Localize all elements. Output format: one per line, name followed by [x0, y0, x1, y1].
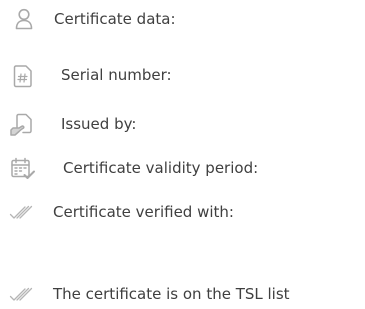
serial-number-label: Serial number: [61, 66, 172, 84]
double-check-icon [9, 285, 35, 305]
validity-period-row: Certificate validity period: [0, 157, 365, 181]
tsl-status-row: The certificate is on the TSL list [0, 283, 365, 307]
user-icon [14, 8, 34, 30]
issued-by-row: Issued by: [0, 113, 365, 137]
double-check-icon [9, 203, 35, 223]
tsl-status-label: The certificate is on the TSL list [53, 285, 290, 303]
serial-number-row: Serial number: [0, 64, 365, 88]
certificate-data-row: Certificate data: [0, 8, 365, 32]
hash-document-icon [13, 64, 33, 88]
issued-by-label: Issued by: [61, 115, 137, 133]
calendar-check-icon [10, 157, 36, 181]
validity-period-label: Certificate validity period: [63, 159, 259, 177]
hand-document-icon [9, 113, 35, 137]
certificate-data-label: Certificate data: [54, 10, 176, 28]
verified-with-row: Certificate verified with: [0, 201, 365, 225]
verified-with-label: Certificate verified with: [53, 203, 234, 221]
